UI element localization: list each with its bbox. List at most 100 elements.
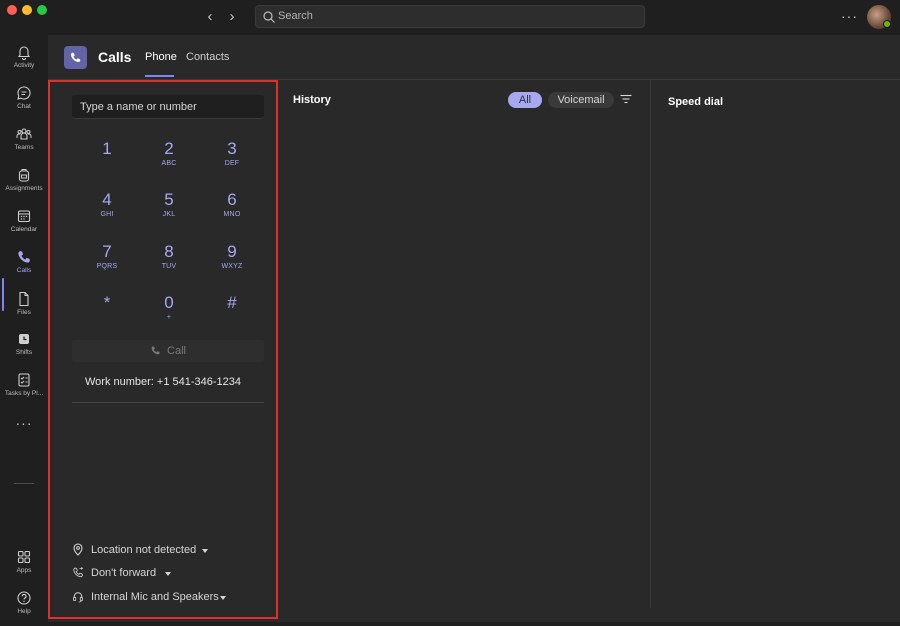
key-letters: WXYZ xyxy=(221,263,243,270)
more-options-icon[interactable]: ··· xyxy=(841,8,858,24)
dial-key-9[interactable]: 9 WXYZ xyxy=(209,242,255,284)
dial-pad-panel: 1 2 ABC 3 DEF 4 GHI 5 JKL 6 MNO 7 PQRS 8 TUV 9 W… xyxy=(48,80,278,619)
presence-badge xyxy=(883,20,891,28)
key-letters: TUV xyxy=(161,263,177,270)
rail-item-chat[interactable]: Chat xyxy=(0,81,48,121)
rail-item-assignments[interactable]: Assignments xyxy=(0,163,48,203)
rail-label: Shifts xyxy=(15,349,33,356)
location-setting[interactable]: Location not detected xyxy=(72,542,212,560)
divider xyxy=(72,402,264,403)
dial-key-1[interactable]: 1 xyxy=(84,139,130,181)
dial-key-7[interactable]: 7 PQRS xyxy=(84,242,130,284)
tab-phone[interactable]: Phone xyxy=(145,51,177,63)
more-apps-button[interactable]: ··· xyxy=(0,415,48,435)
headset-icon xyxy=(73,592,83,603)
chat-icon xyxy=(17,86,31,100)
filter-icon[interactable] xyxy=(620,94,632,104)
rail-label: Assignments xyxy=(5,185,43,192)
rail-label: Activity xyxy=(13,62,35,69)
bell-icon xyxy=(17,46,31,60)
phone-icon xyxy=(151,346,160,355)
minimize-window-button[interactable] xyxy=(22,5,32,15)
rail-item-activity[interactable]: Activity xyxy=(0,40,48,80)
panel-divider xyxy=(650,80,651,608)
rail-item-calls[interactable]: Calls xyxy=(0,245,48,285)
dial-key-0[interactable]: 0 + xyxy=(146,293,192,335)
dial-key-3[interactable]: 3 DEF xyxy=(209,139,255,181)
key-digit: 7 xyxy=(102,242,112,261)
rail-divider xyxy=(14,483,34,484)
rail-item-apps[interactable]: Apps xyxy=(0,545,48,585)
rail-label: Calendar xyxy=(10,226,38,233)
key-letters: MNO xyxy=(223,211,241,218)
dial-key-star[interactable]: * xyxy=(84,293,130,335)
search-placeholder: Search xyxy=(278,10,313,22)
rail-label: Calls xyxy=(16,267,32,274)
forward-setting[interactable]: Don't forward xyxy=(72,565,177,583)
rail-item-calendar[interactable]: Calendar xyxy=(0,204,48,244)
chevron-down-icon xyxy=(202,549,208,553)
search-icon xyxy=(263,11,275,23)
rail-item-tasks[interactable]: Tasks by Pl... xyxy=(0,368,48,408)
key-letters: DEF xyxy=(224,160,240,167)
chevron-left-icon[interactable]: ‹ xyxy=(202,8,218,26)
phone-icon xyxy=(18,251,30,263)
key-letters: + xyxy=(166,314,172,321)
calls-header: Calls Phone Contacts xyxy=(48,35,900,80)
dial-key-6[interactable]: 6 MNO xyxy=(209,190,255,232)
rail-label: Tasks by Pl... xyxy=(4,390,44,397)
close-window-button[interactable] xyxy=(7,5,17,15)
dial-key-2[interactable]: 2 ABC xyxy=(146,139,192,181)
audio-device-setting[interactable]: Internal Mic and Speakers xyxy=(72,589,232,607)
key-digit: * xyxy=(103,293,111,312)
rail-item-help[interactable]: Help xyxy=(0,586,48,626)
speed-dial-title: Speed dial xyxy=(668,96,724,108)
app-rail: Activity Chat Teams Assignments Calendar… xyxy=(0,35,48,622)
call-forward-icon xyxy=(73,566,84,578)
phone-icon xyxy=(70,52,81,63)
key-digit: 0 xyxy=(164,293,174,312)
tab-contacts[interactable]: Contacts xyxy=(186,51,229,63)
key-digit: 2 xyxy=(164,139,174,158)
call-button[interactable]: Call xyxy=(72,340,264,362)
dial-key-4[interactable]: 4 GHI xyxy=(84,190,130,232)
key-letters: GHI xyxy=(100,211,114,218)
filter-all-button[interactable]: All xyxy=(508,92,542,108)
zoom-window-button[interactable] xyxy=(37,5,47,15)
rail-label: Chat xyxy=(17,103,31,110)
rail-label: Help xyxy=(17,608,31,615)
history-title: History xyxy=(293,94,331,106)
dial-number-input[interactable] xyxy=(72,95,264,119)
chevron-right-icon[interactable]: › xyxy=(224,8,240,26)
call-button-label: Call xyxy=(167,345,186,357)
rail-item-teams[interactable]: Teams xyxy=(0,122,48,162)
rail-item-files[interactable]: Files xyxy=(0,287,48,327)
page-title: Calls xyxy=(98,49,132,65)
key-digit: 4 xyxy=(102,190,112,209)
calls-app-icon xyxy=(64,46,87,69)
key-letters: PQRS xyxy=(96,263,118,270)
backpack-icon xyxy=(18,169,30,182)
key-letters: JKL xyxy=(162,211,176,218)
key-digit: 6 xyxy=(227,190,237,209)
work-number: Work number: +1 541-346-1234 xyxy=(84,376,242,388)
dial-key-hash[interactable]: # xyxy=(209,293,255,335)
search-box[interactable]: Search xyxy=(255,5,645,28)
audio-device-label: Internal Mic and Speakers xyxy=(91,591,219,603)
clock-icon xyxy=(19,334,29,344)
rail-item-shifts[interactable]: Shifts xyxy=(0,327,48,367)
rail-label: Files xyxy=(17,309,31,316)
key-digit: 8 xyxy=(164,242,174,261)
title-bar: ‹ › Search ··· xyxy=(0,0,900,35)
apps-icon xyxy=(17,550,31,564)
help-icon xyxy=(17,591,31,605)
key-digit: 3 xyxy=(227,139,237,158)
key-digit: 1 xyxy=(102,139,112,158)
key-digit: 9 xyxy=(227,242,237,261)
more-apps-icon: ··· xyxy=(15,415,33,431)
file-icon xyxy=(19,291,29,307)
dial-key-8[interactable]: 8 TUV xyxy=(146,242,192,284)
chevron-down-icon xyxy=(165,572,171,576)
filter-voicemail-button[interactable]: Voicemail xyxy=(548,92,614,108)
dial-key-5[interactable]: 5 JKL xyxy=(146,190,192,232)
